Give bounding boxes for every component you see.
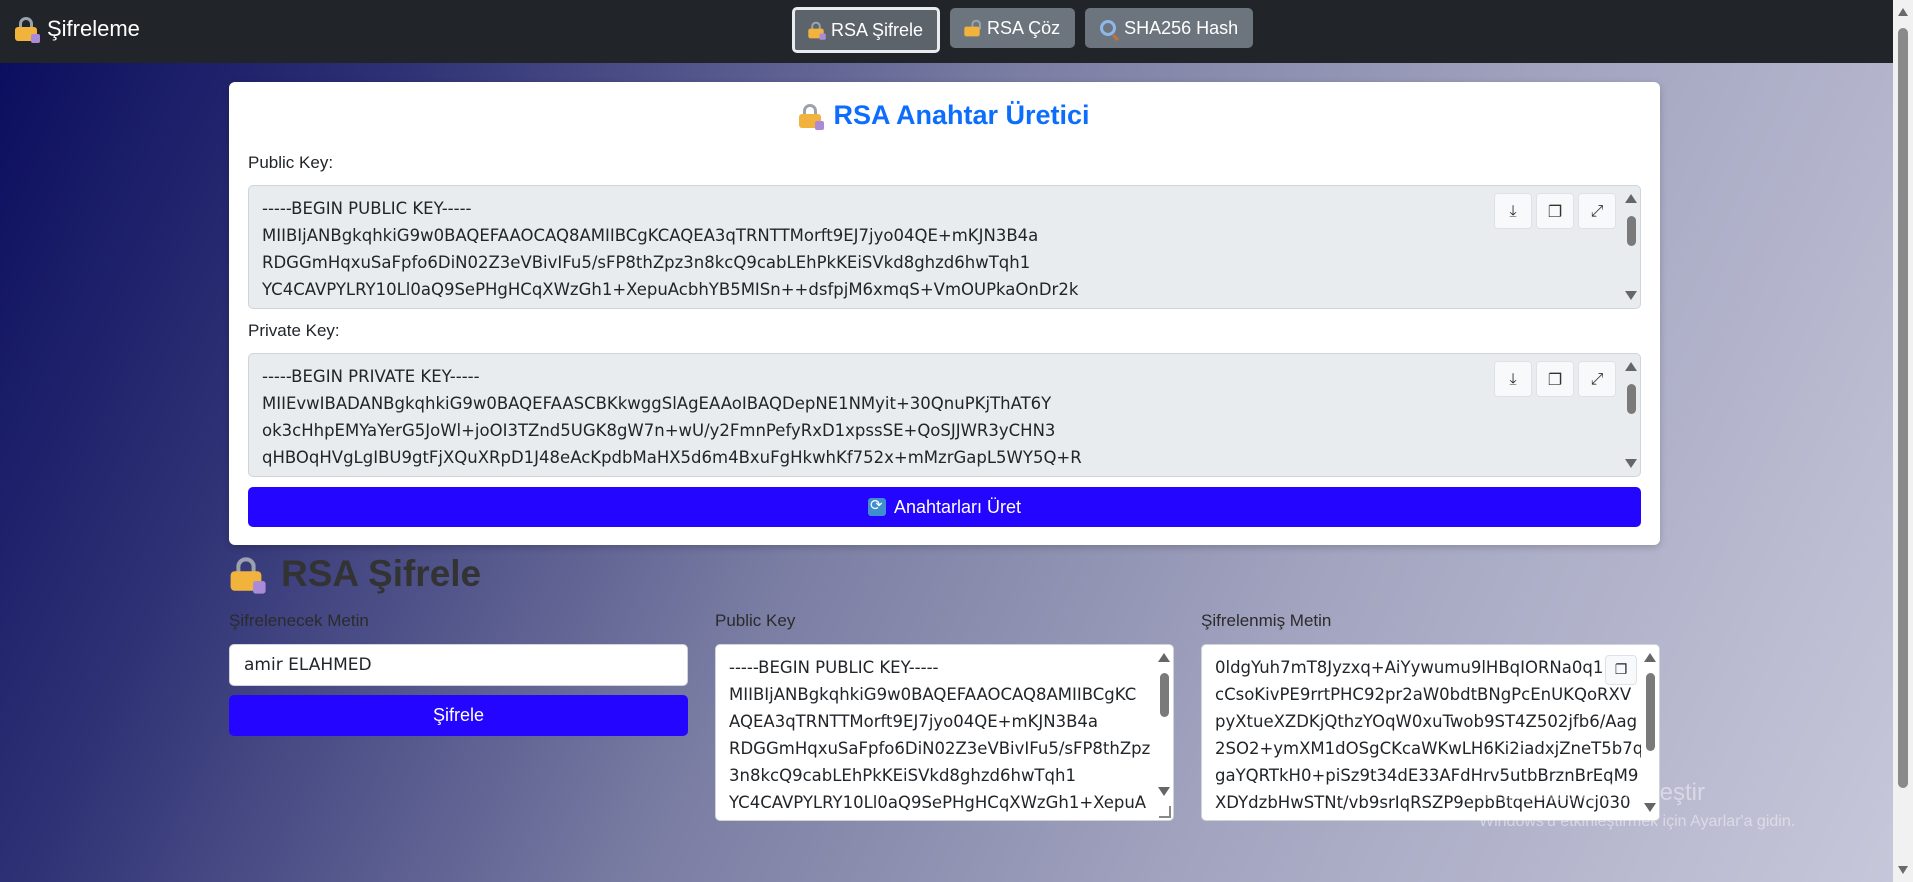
plain-text-label: Şifrelenecek Metin xyxy=(229,611,369,630)
public-key-input-label: Public Key xyxy=(715,611,796,630)
cipher-line: 0ldgYuh7mT8Jyzxq+AiYywumu9lHBqIORNa0q1I xyxy=(1215,658,1609,677)
generator-title-text: RSA Anahtar Üretici xyxy=(833,100,1090,130)
private-key-tools: ⤓ ❐ ⤢ xyxy=(1494,361,1616,397)
generator-title: RSA Anahtar Üretici xyxy=(229,100,1660,131)
lock-pen-icon xyxy=(808,21,826,40)
nav-sha256-button[interactable]: SHA256 Hash xyxy=(1085,8,1254,48)
private-key-textarea[interactable]: -----BEGIN PRIVATE KEY----- MIIEvwIBADAN… xyxy=(248,353,1641,477)
public-key-input-scrollbar[interactable] xyxy=(1155,645,1173,820)
key-line: YC4CAVPYLRY10Ll0aQ9SePHgHCqXWzGh1+XepuA xyxy=(729,793,1147,812)
plain-text-input[interactable]: amir ELAHMED xyxy=(229,644,688,686)
private-key-scrollbar[interactable] xyxy=(1622,354,1640,476)
lock-pen-icon xyxy=(799,103,825,130)
resize-handle[interactable] xyxy=(1159,806,1171,818)
top-navbar: Şifreleme RSA Şifrele RSA Çöz SHA256 Has… xyxy=(0,0,1913,63)
encrypt-title-text: RSA Şifrele xyxy=(281,553,482,594)
public-key-tools: ⤓ ❐ ⤢ xyxy=(1494,193,1616,229)
key-line: MIIEvwIBADANBgkqhkiG9w0BAQEFAASCBKkwggSl… xyxy=(262,394,1052,413)
public-key-lines: -----BEGIN PUBLIC KEY----- MIIBIjANBgkqh… xyxy=(262,195,1078,303)
brand[interactable]: Şifreleme xyxy=(15,16,140,43)
public-key-textarea[interactable]: -----BEGIN PUBLIC KEY----- MIIBIjANBgkqh… xyxy=(248,185,1641,309)
key-line: -----BEGIN PUBLIC KEY----- xyxy=(729,658,939,677)
nav-label: RSA Şifrele xyxy=(831,19,924,40)
lock-pen-icon xyxy=(15,17,40,43)
key-line: MIIBIjANBgkqhkiG9w0BAQEFAAOCAQ8AMIIBCgKC xyxy=(729,685,1137,704)
lock-pen-icon xyxy=(230,557,266,594)
public-key-input[interactable]: -----BEGIN PUBLIC KEY----- MIIBIjANBgkqh… xyxy=(715,644,1174,821)
cipher-text-label: Şifrelenmiş Metin xyxy=(1201,611,1332,630)
expand-icon[interactable]: ⤢ xyxy=(1578,361,1616,397)
nav-rsa-decrypt-button[interactable]: RSA Çöz xyxy=(950,8,1076,48)
public-key-label: Public Key: xyxy=(248,153,334,172)
generate-keys-button[interactable]: Anahtarları Üret xyxy=(248,487,1641,527)
key-line: 3n8kcQ9cabLEhPkKEiSVkd8ghzd6hwTqh1 xyxy=(729,766,1076,785)
public-key-scrollbar[interactable] xyxy=(1622,186,1640,308)
key-line: RDGGmHqxuSaFpfo6DiN02Z3eVBivIFu5/sFP8thZ… xyxy=(729,739,1151,758)
key-line: RDGGmHqxuSaFpfo6DiN02Z3eVBivIFu5/sFP8thZ… xyxy=(262,253,1031,272)
cipher-line: cCsoKivPE9rrtPHC92pr2aW0bdtBNgPcEnUKQoRX… xyxy=(1215,685,1632,704)
key-line: YC4CAVPYLRY10Ll0aQ9SePHgHCqXWzGh1+XepuAc… xyxy=(262,280,1079,299)
key-line: ok3cHhpEMYaYerG5JoWl+joOI3TZnd5UGK8gW7n+… xyxy=(262,421,1056,440)
cipher-line: pyXtueXZDKjQthzYOqW0xuTwob9ST4Z502jfb6/A… xyxy=(1215,712,1638,731)
nav-label: SHA256 Hash xyxy=(1124,17,1239,38)
key-line: qHBOqHVgLgIBU9gtFjXQuXRpD1J48eAcKpdbMaHX… xyxy=(262,448,1082,467)
key-line: -----BEGIN PRIVATE KEY----- xyxy=(262,367,480,386)
key-line: -----BEGIN PUBLIC KEY----- xyxy=(262,199,472,218)
key-line: MIIBIjANBgkqhkiG9w0BAQEFAAOCAQ8AMIIBCgKC… xyxy=(262,226,1039,245)
refresh-icon xyxy=(867,496,886,516)
cipher-line: 2SO2+ymXM1dOSgCKcaWKwLH6Ki2iadxjZneT5b7q xyxy=(1215,739,1644,758)
generate-keys-label: Anahtarları Üret xyxy=(893,496,1022,517)
encrypt-button[interactable]: Şifrele xyxy=(229,695,688,736)
encrypt-section-title: RSA Şifrele xyxy=(229,553,481,595)
private-key-lines: -----BEGIN PRIVATE KEY----- MIIEvwIBADAN… xyxy=(262,363,1082,471)
expand-icon[interactable]: ⤢ xyxy=(1578,193,1616,229)
copy-icon[interactable]: ❐ xyxy=(1536,361,1574,397)
page-scrollbar[interactable] xyxy=(1893,0,1913,882)
key-generator-card: RSA Anahtar Üretici Public Key: -----BEG… xyxy=(229,82,1660,545)
activation-watermark-subtitle: Windows'u etkinleştirmek için Ayarlar'a … xyxy=(1479,813,1796,830)
nav-buttons: RSA Şifrele RSA Çöz SHA256 Hash xyxy=(792,7,1254,53)
nav-label: RSA Çöz xyxy=(987,17,1061,38)
key-line: AQEA3qTRNTTMorft9EJ7jyo04QE+mKJN3B4a xyxy=(729,712,1099,731)
copy-icon[interactable]: ❐ xyxy=(1536,193,1574,229)
magnifier-icon xyxy=(1100,20,1117,36)
private-key-label: Private Key: xyxy=(248,321,340,340)
public-key-input-lines: -----BEGIN PUBLIC KEY----- MIIBIjANBgkqh… xyxy=(729,654,1150,816)
brand-title: Şifreleme xyxy=(47,16,140,41)
activation-watermark-title: Windows'u Etkinleştir xyxy=(1479,779,1705,806)
nav-rsa-encrypt-button[interactable]: RSA Şifrele xyxy=(792,7,941,53)
unlock-icon xyxy=(964,19,982,37)
encrypt-button-label: Şifrele xyxy=(432,705,485,725)
download-icon[interactable]: ⤓ xyxy=(1494,361,1532,397)
copy-icon[interactable]: ❐ xyxy=(1605,655,1637,685)
download-icon[interactable]: ⤓ xyxy=(1494,193,1532,229)
